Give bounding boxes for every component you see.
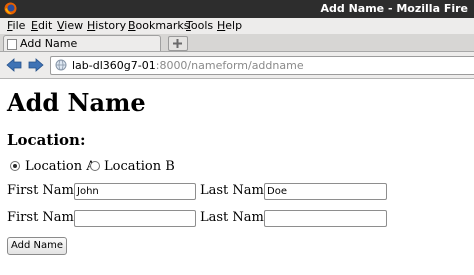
new-tab-button[interactable] xyxy=(168,36,188,51)
last-name-input[interactable] xyxy=(264,210,387,227)
last-name-input[interactable]: Doe xyxy=(264,183,387,200)
location-heading: Location: xyxy=(7,131,86,149)
forward-arrow-icon[interactable] xyxy=(28,57,44,73)
menu-view[interactable]: View xyxy=(57,19,83,32)
menu-file[interactable]: File xyxy=(7,19,25,32)
first-name-input[interactable]: John xyxy=(74,183,196,200)
menu-history[interactable]: History xyxy=(87,19,126,32)
menu-help[interactable]: Help xyxy=(217,19,242,32)
tab-bar: Add Name xyxy=(0,34,474,52)
add-name-button[interactable]: Add Name xyxy=(7,237,67,255)
location-b-radio[interactable] xyxy=(90,161,100,171)
window-titlebar: Add Name - Mozilla Fire xyxy=(0,0,474,18)
plus-icon xyxy=(173,39,182,48)
navigation-toolbar: lab-dl360g7-01:8000/nameform/addname xyxy=(0,52,474,79)
globe-icon xyxy=(55,59,67,71)
menu-tools[interactable]: Tools xyxy=(186,19,213,32)
location-a-radio[interactable] xyxy=(10,161,20,171)
location-b-label[interactable]: Location B xyxy=(104,159,175,174)
url-text: lab-dl360g7-01:8000/nameform/addname xyxy=(72,59,304,72)
firefox-logo-icon xyxy=(4,2,17,15)
menu-bookmarks[interactable]: Bookmarks xyxy=(128,19,189,32)
page-title: Add Name xyxy=(7,88,146,117)
url-bar[interactable]: lab-dl360g7-01:8000/nameform/addname xyxy=(50,56,474,75)
back-arrow-icon[interactable] xyxy=(6,57,22,73)
menu-edit[interactable]: Edit xyxy=(31,19,52,32)
tab-add-name[interactable]: Add Name xyxy=(3,35,161,51)
blank-page-icon xyxy=(7,39,17,50)
menu-bar: File Edit View History Bookmarks Tools H… xyxy=(0,18,474,34)
first-name-input[interactable] xyxy=(74,210,196,227)
window-title: Add Name - Mozilla Fire xyxy=(320,2,468,15)
tab-label: Add Name xyxy=(20,37,78,50)
page-content: Add Name Location: Location A Location B… xyxy=(0,79,474,275)
location-a-label[interactable]: Location A xyxy=(25,159,96,174)
